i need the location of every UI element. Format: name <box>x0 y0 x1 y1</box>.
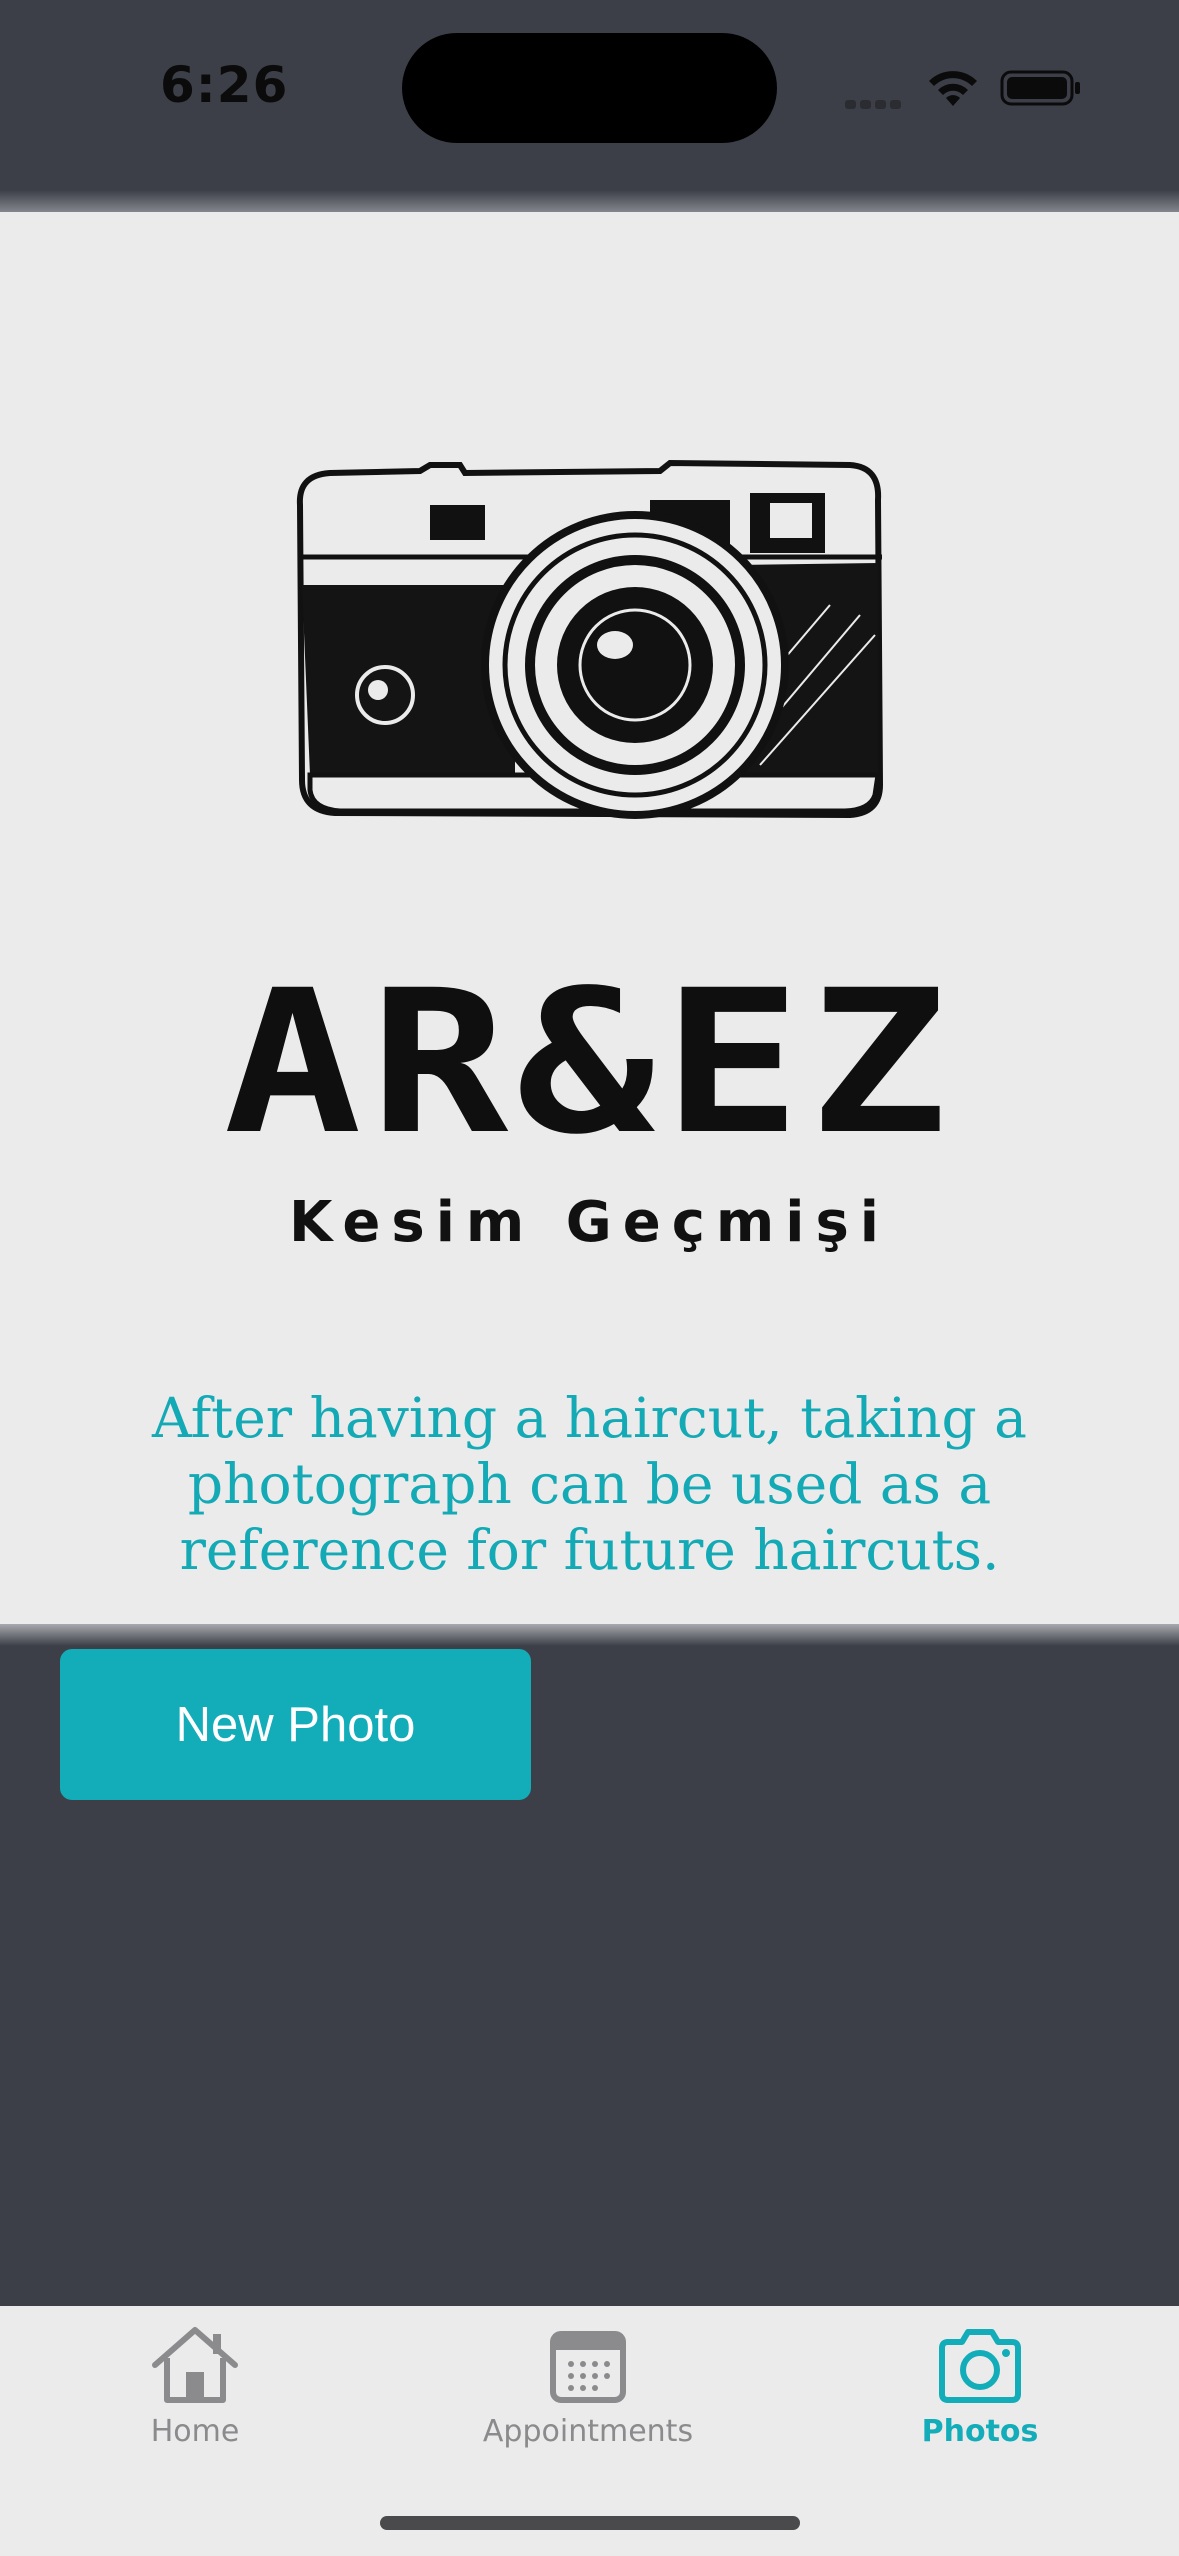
header-shadow <box>0 190 1179 214</box>
calendar-icon <box>550 2331 626 2403</box>
battery-icon <box>1000 70 1080 106</box>
status-time: 6:26 <box>160 56 289 114</box>
cellular-signal-icon <box>845 96 905 109</box>
tab-photos[interactable]: Photos <box>830 2320 1130 2460</box>
tab-appointments-label: Appointments <box>482 2414 694 2449</box>
brand-name: AR&EZ <box>223 948 956 1179</box>
tab-photos-label: Photos <box>921 2414 1039 2449</box>
tab-home-label: Home <box>150 2414 240 2449</box>
home-icon <box>152 2327 238 2403</box>
status-bar: 6:26 <box>0 0 1179 210</box>
camera-icon <box>939 2329 1021 2403</box>
panel-shadow <box>0 1624 1179 1646</box>
brand-subtitle: Kesim Geçmişi <box>289 1190 890 1255</box>
hero-description: After having a haircut, taking a photogr… <box>152 1386 1027 1582</box>
wifi-icon <box>929 71 977 106</box>
home-indicator[interactable] <box>380 2516 800 2530</box>
photos-screen: 6:26 AR&EZ Kesim Geçmişi After having a … <box>0 0 1179 2556</box>
new-photo-button[interactable]: New Photo <box>60 1649 531 1800</box>
camera-logo-icon <box>296 459 884 819</box>
tab-home[interactable]: Home <box>45 2320 345 2460</box>
tab-appointments[interactable]: Appointments <box>438 2320 738 2460</box>
dynamic-island <box>402 33 777 143</box>
